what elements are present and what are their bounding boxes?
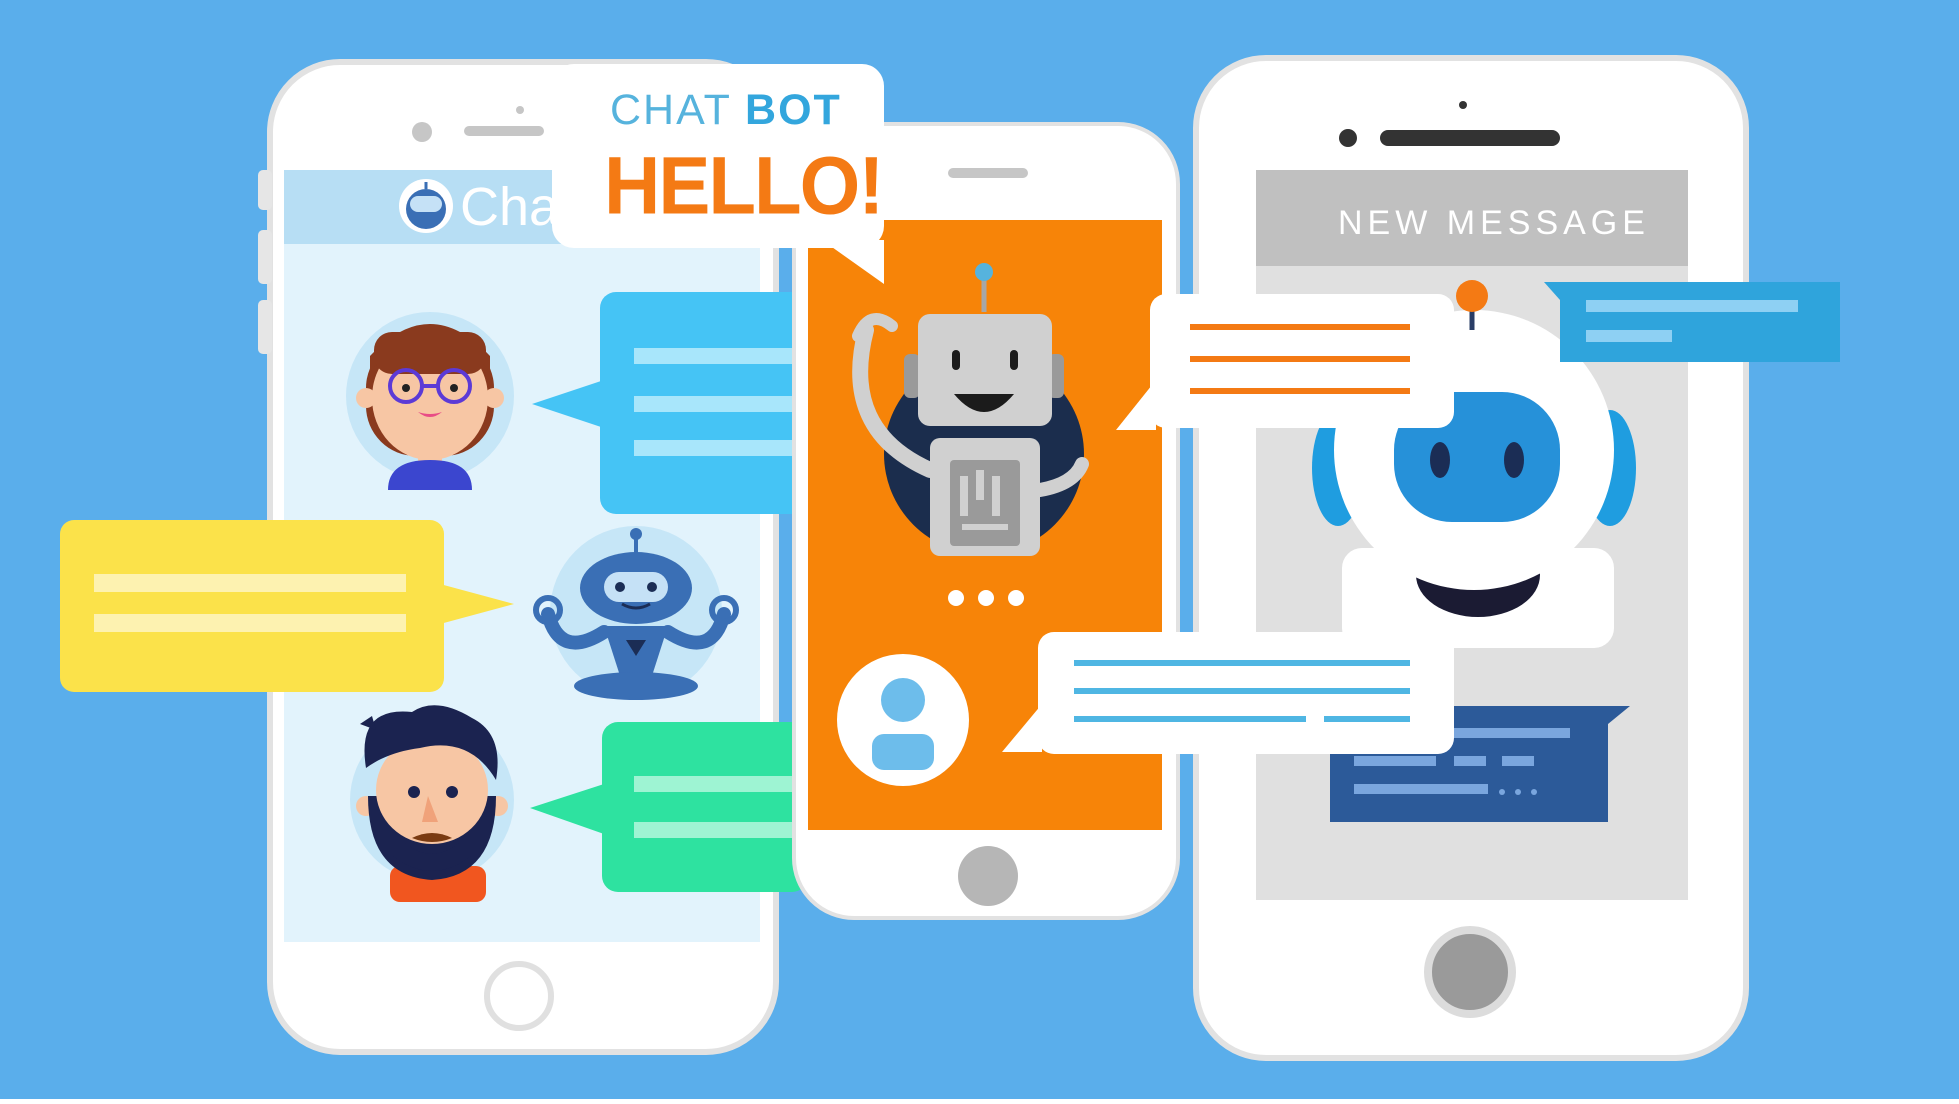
- chat-bot-title: CHAT BOT: [610, 86, 842, 135]
- orange-line-chat-bubble: [1116, 294, 1454, 430]
- blue-line-chat-bubble: [1002, 632, 1454, 754]
- typing-dots-icon: [948, 590, 1024, 606]
- hello-greeting: HELLO!: [604, 139, 884, 232]
- illustration-canvas: [0, 0, 1959, 1099]
- chatbot-illustration: Chat NEW MESSAGE CHAT BOT HELLO!: [0, 0, 1959, 1099]
- user-profile-icon: [837, 654, 969, 786]
- app-title: Chat: [460, 177, 575, 237]
- bot-word: BOT: [745, 86, 842, 134]
- home-button-icon[interactable]: [958, 846, 1018, 906]
- chat-word: CHAT: [610, 86, 732, 134]
- home-button-icon[interactable]: [1424, 926, 1516, 1018]
- chatbot-logo-icon: [399, 179, 453, 233]
- new-message-header: NEW MESSAGE: [1338, 204, 1650, 242]
- blue-chat-bubble-right: [1544, 282, 1840, 362]
